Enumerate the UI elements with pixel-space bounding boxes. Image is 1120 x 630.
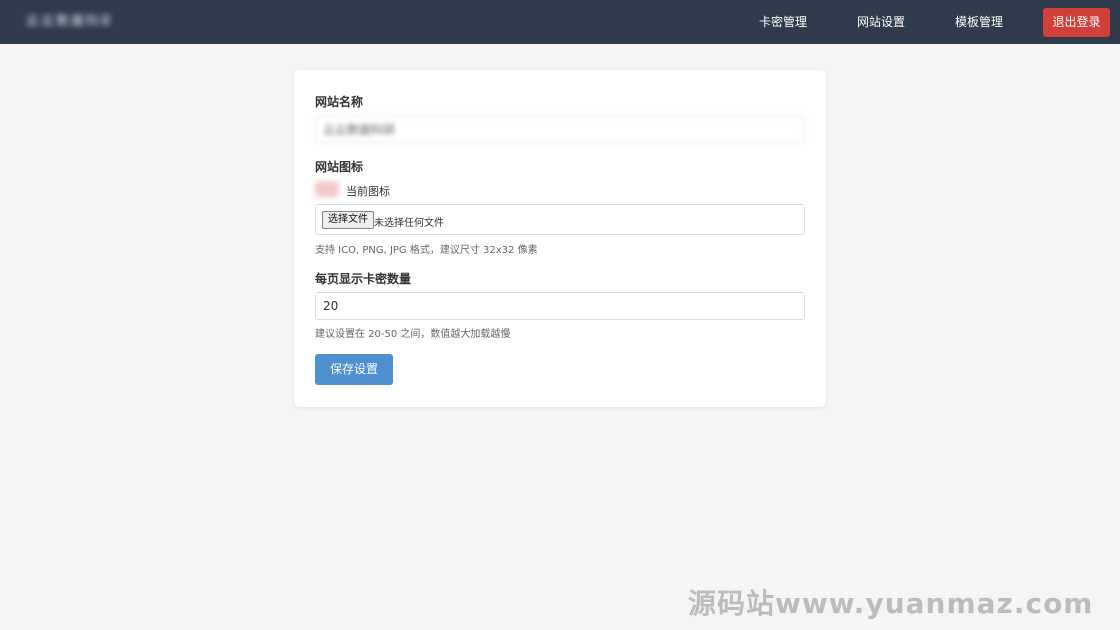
site-name-label: 网站名称 (315, 95, 364, 109)
logout-button[interactable]: 退出登录 (1043, 8, 1110, 37)
per-page-input[interactable] (315, 292, 805, 320)
save-settings-button[interactable]: 保存设置 (315, 354, 393, 385)
nav-site-settings[interactable]: 网站设置 (857, 0, 905, 44)
choose-file-button[interactable]: 选择文件 (322, 211, 374, 229)
settings-card: 网站名称 网站图标 当前图标 选择文件 未选择任何文件 支持 ICO, PNG,… (294, 70, 826, 407)
site-brand[interactable]: 云云数据科研 (26, 13, 110, 31)
per-page-label: 每页显示卡密数量 (315, 272, 412, 286)
site-name-input[interactable] (315, 115, 805, 143)
nav-card-management[interactable]: 卡密管理 (759, 0, 807, 44)
current-icon-label: 当前图标 (346, 185, 390, 198)
per-page-hint: 建议设置在 20-50 之间，数值越大加载越慢 (315, 329, 511, 340)
watermark-text: 源码站www.yuanmaz.com (688, 587, 1094, 620)
icon-format-hint: 支持 ICO, PNG, JPG 格式，建议尺寸 32x32 像素 (315, 245, 538, 256)
current-icon-preview (315, 181, 339, 197)
file-status-text: 未选择任何文件 (374, 218, 444, 229)
icon-file-input[interactable]: 选择文件 未选择任何文件 (315, 204, 805, 235)
site-icon-label: 网站图标 (315, 160, 364, 174)
nav-template-management[interactable]: 模板管理 (955, 0, 1003, 44)
top-navbar: 云云数据科研 卡密管理 网站设置 模板管理 退出登录 (0, 0, 1120, 44)
